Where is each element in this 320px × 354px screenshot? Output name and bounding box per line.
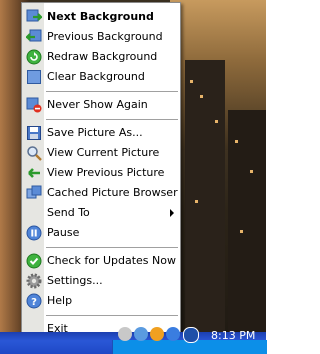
- never-show-icon: [26, 97, 42, 113]
- menu-item-clear-background[interactable]: Clear Background: [22, 67, 180, 87]
- menu-item-redraw-background[interactable]: Redraw Background: [22, 47, 180, 67]
- wallpaper-window-light: [215, 120, 218, 123]
- menu-item-label: View Previous Picture: [47, 166, 165, 179]
- menu-item-previous-background[interactable]: Previous Background: [22, 27, 180, 47]
- menu-item-label: Save Picture As...: [47, 126, 143, 139]
- menu-item-next-background[interactable]: Next Background: [22, 7, 180, 27]
- wallpaper-window-light: [195, 200, 198, 203]
- taskbar-clock[interactable]: 8:13 PM: [211, 329, 255, 342]
- tray-alert-icon[interactable]: [150, 327, 164, 341]
- menu-item-help[interactable]: ? Help: [22, 291, 180, 311]
- menu-separator: [46, 119, 178, 120]
- menu-item-cached-picture-browser[interactable]: Cached Picture Browser: [22, 183, 180, 203]
- view-previous-icon: [28, 168, 40, 178]
- tray-network-icon[interactable]: [134, 327, 148, 341]
- menu-item-view-previous-picture[interactable]: View Previous Picture: [22, 163, 180, 183]
- redraw-icon: [26, 49, 42, 65]
- menu-item-label: Pause: [47, 226, 80, 239]
- wallpaper-building: [228, 110, 266, 354]
- check-icon: [26, 253, 42, 269]
- menu-item-pause[interactable]: Pause: [22, 223, 180, 243]
- menu-item-settings[interactable]: Settings...: [22, 271, 180, 291]
- menu-item-label: Send To: [47, 206, 90, 219]
- menu-item-label: Redraw Background: [47, 50, 158, 63]
- pause-icon: [26, 225, 42, 241]
- menu-item-label: View Current Picture: [47, 146, 160, 159]
- menu-separator: [46, 315, 178, 316]
- picture-browser-icon: [26, 185, 42, 199]
- menu-item-label: Clear Background: [47, 70, 145, 83]
- menu-item-never-show-again[interactable]: Never Show Again: [22, 95, 180, 115]
- tray-wallpaper-changer-icon[interactable]: [183, 327, 199, 343]
- save-icon: [27, 126, 41, 140]
- menu-separator: [46, 247, 178, 248]
- menu-item-label: Check for Updates Now: [47, 254, 176, 267]
- wallpaper-window-light: [240, 230, 243, 233]
- submenu-arrow-icon: [170, 209, 174, 217]
- wallpaper-window-light: [235, 140, 238, 143]
- gear-icon: [26, 273, 42, 289]
- menu-separator: [46, 91, 178, 92]
- tray-app-icon[interactable]: [118, 327, 132, 341]
- wallpaper-window-light: [200, 95, 203, 98]
- next-background-icon: [26, 9, 42, 22]
- wallpaper-window-light: [190, 80, 193, 83]
- menu-item-label: Never Show Again: [47, 98, 148, 111]
- menu-item-label: Help: [47, 294, 73, 307]
- menu-item-label: Settings...: [47, 274, 103, 287]
- svg-text:?: ?: [31, 297, 37, 308]
- menu-item-send-to[interactable]: Send To: [22, 203, 180, 223]
- wallpaper-window-light: [250, 170, 253, 173]
- menu-item-save-picture-as[interactable]: Save Picture As...: [22, 123, 180, 143]
- help-icon: ?: [26, 293, 42, 309]
- tray-security-icon[interactable]: [166, 327, 180, 341]
- menu-item-check-for-updates[interactable]: Check for Updates Now: [22, 251, 180, 271]
- menu-item-view-current-picture[interactable]: View Current Picture: [22, 143, 180, 163]
- previous-background-icon: [26, 29, 42, 42]
- wallpaper-building: [185, 60, 225, 354]
- menu-item-label: Next Background: [47, 10, 154, 23]
- clear-background-icon: [27, 70, 41, 84]
- magnifier-icon: [27, 146, 42, 161]
- menu-item-label: Cached Picture Browser: [47, 186, 178, 199]
- menu-item-label: Previous Background: [47, 30, 163, 43]
- context-menu: Next Background Previous Background Redr…: [21, 2, 181, 342]
